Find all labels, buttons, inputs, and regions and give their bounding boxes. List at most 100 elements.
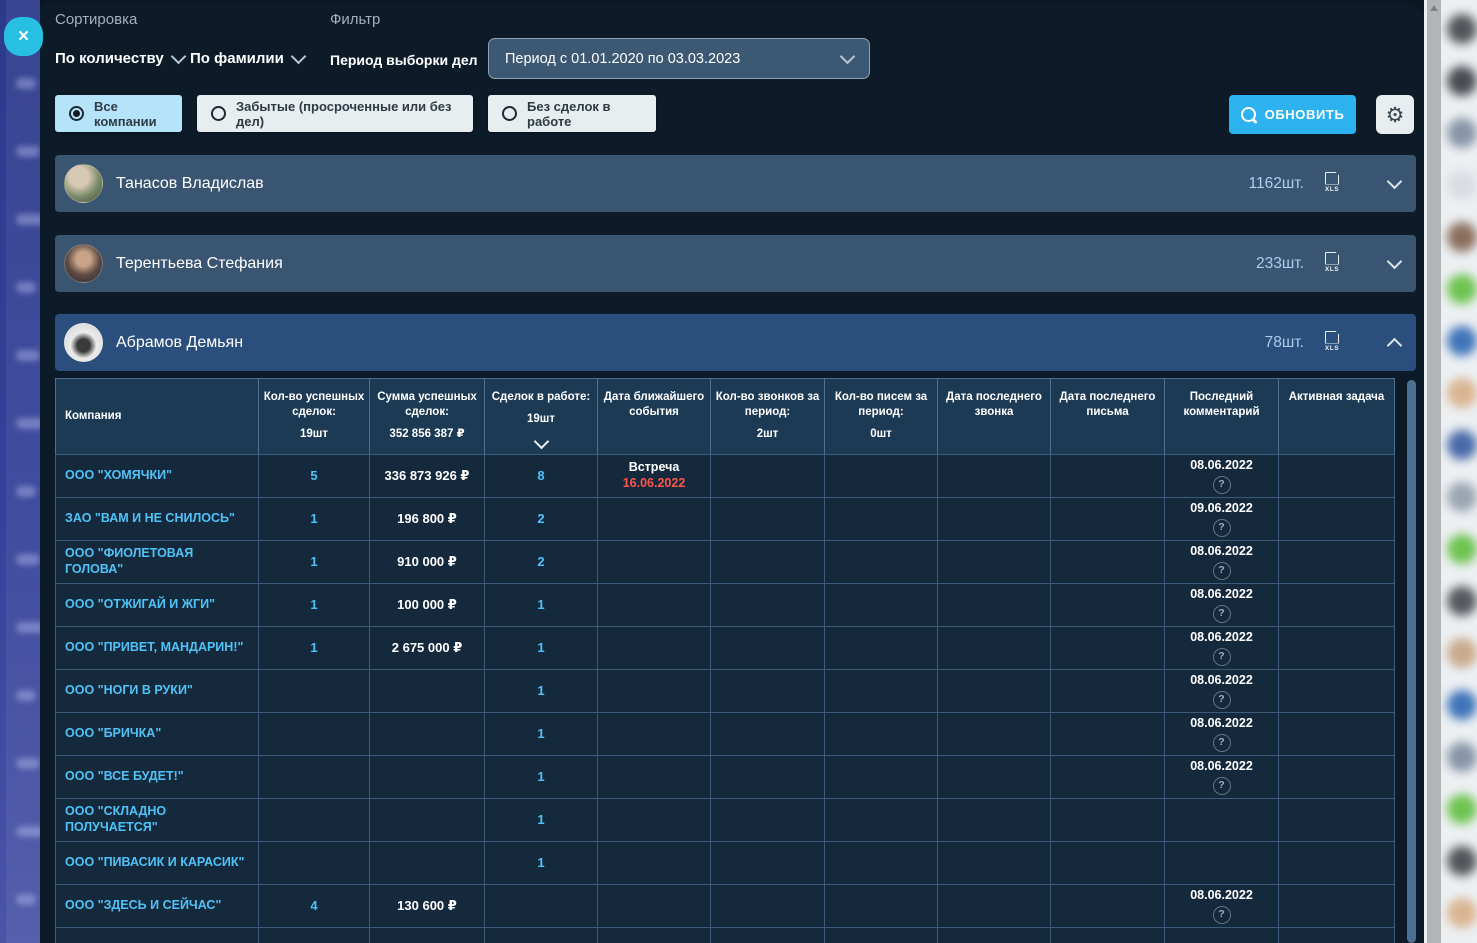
in-progress-cell: 1 xyxy=(484,755,598,799)
question-hint-icon[interactable]: ? xyxy=(1213,648,1231,666)
close-icon[interactable]: × xyxy=(4,17,43,56)
chevron-down-icon[interactable] xyxy=(1387,254,1403,270)
company-name-link[interactable]: ООО "ПИВАСИК И КАРАСИК" xyxy=(65,855,244,871)
xls-export-icon[interactable]: XLS xyxy=(1321,172,1343,196)
next-event-cell xyxy=(597,841,711,885)
company-name-link[interactable]: ООО "БРИЧКА" xyxy=(65,726,161,742)
company-name-link[interactable]: ООО "НОГИ В РУКИ" xyxy=(65,683,193,699)
company-name-cell: ООО "НОГИ В РУКИ" xyxy=(55,669,259,713)
table-row: ООО "ПИВАСИК И КАРАСИК"1 xyxy=(55,841,1407,885)
sidebar-blurred-item xyxy=(16,758,40,769)
in-progress-cell: 1 xyxy=(484,626,598,670)
manager-card[interactable]: Терентьева Стефания 233шт. XLS xyxy=(55,235,1416,292)
last-call-cell xyxy=(937,626,1051,670)
blurred-avatar xyxy=(1447,638,1477,668)
page-scrollbar[interactable] xyxy=(1427,0,1441,943)
filter-radio-button[interactable]: Без сделок в работе xyxy=(488,95,656,132)
last-call-cell xyxy=(937,497,1051,541)
manager-card[interactable]: Танасов Владислав1162шт.XLS xyxy=(55,155,1416,212)
question-hint-icon[interactable]: ? xyxy=(1213,691,1231,709)
blurred-avatar xyxy=(1447,794,1477,824)
column-header[interactable]: Последний комментарий xyxy=(1164,378,1279,455)
success-sum-cell xyxy=(369,841,485,885)
last-call-cell xyxy=(937,454,1051,498)
last-comment-date: 09.06.2022 xyxy=(1190,501,1253,517)
manager-name: Терентьева Стефания xyxy=(116,255,283,273)
question-hint-icon[interactable]: ? xyxy=(1213,777,1231,795)
last-call-cell xyxy=(937,540,1051,584)
in-progress-cell xyxy=(484,884,598,928)
blurred-avatar xyxy=(1447,170,1477,200)
company-name-link[interactable]: ООО "ЗДЕСЬ И СЕЙЧАС" xyxy=(65,898,221,914)
app-sidebar-column xyxy=(6,0,40,943)
company-name-cell xyxy=(55,927,259,943)
company-name-link[interactable]: ООО "ФИОЛЕТОВАЯ ГОЛОВА" xyxy=(65,546,252,577)
in-progress-cell: 1 xyxy=(484,798,598,842)
last-comment-date: 08.06.2022 xyxy=(1190,544,1253,560)
column-header[interactable]: Кол-во писем за период:0шт xyxy=(824,378,938,455)
question-hint-icon[interactable]: ? xyxy=(1213,519,1231,537)
company-name-link[interactable]: ООО "СКЛАДНО ПОЛУЧАЕТСЯ" xyxy=(65,804,252,835)
column-header-title: Активная задача xyxy=(1289,390,1385,405)
column-header[interactable]: Дата ближайшего события xyxy=(597,378,711,455)
filter-radio-label: Все компании xyxy=(94,99,168,129)
question-hint-icon[interactable]: ? xyxy=(1213,605,1231,623)
filter-radio-button[interactable]: Забытые (просроченные или без дел) xyxy=(197,95,473,132)
sort-by-name-dropdown[interactable]: По фамилии xyxy=(190,50,304,67)
table-scrollbar[interactable] xyxy=(1407,380,1416,943)
refresh-button[interactable]: ОБНОВИТЬ xyxy=(1229,95,1356,134)
chevron-down-icon[interactable] xyxy=(1387,174,1403,190)
xls-export-icon[interactable]: XLS xyxy=(1321,331,1343,355)
question-hint-icon[interactable]: ? xyxy=(1213,734,1231,752)
company-name-cell: ООО "ОТЖИГАЙ И ЖГИ" xyxy=(55,583,259,627)
company-name-link[interactable]: ООО "ВСЕ БУДЕТ!" xyxy=(65,769,184,785)
last-call-cell xyxy=(937,669,1051,713)
company-name-cell: ООО "ФИОЛЕТОВАЯ ГОЛОВА" xyxy=(55,540,259,584)
last-comment-date: 08.06.2022 xyxy=(1190,630,1253,646)
sort-by-count-dropdown[interactable]: По количеству xyxy=(55,50,184,67)
sidebar-blurred-item xyxy=(16,690,36,701)
page-scrollbar-thumb[interactable] xyxy=(1427,0,1441,943)
column-header[interactable]: Активная задача xyxy=(1278,378,1395,455)
question-hint-icon[interactable]: ? xyxy=(1213,476,1231,494)
sidebar-blurred-item xyxy=(16,350,40,361)
question-hint-icon[interactable]: ? xyxy=(1213,906,1231,924)
column-header[interactable]: Дата последнего письма xyxy=(1050,378,1165,455)
sidebar-blurred-item xyxy=(16,146,40,157)
success-sum-cell xyxy=(369,669,485,713)
column-header[interactable]: Компания xyxy=(55,378,259,455)
filter-radio-button[interactable]: Все компании xyxy=(55,95,182,132)
in-progress-cell xyxy=(484,927,598,943)
settings-button[interactable]: ⚙ xyxy=(1376,95,1414,134)
company-name-link[interactable]: ЗАО "ВАМ И НЕ СНИЛОСЬ" xyxy=(65,511,235,527)
column-header-total: 19шт xyxy=(527,412,555,427)
xls-text-glyph: XLS xyxy=(1325,186,1339,193)
calls-cell xyxy=(710,454,825,498)
last-comment-cell: 08.06.2022? xyxy=(1164,755,1279,799)
column-header[interactable]: Дата последнего звонка xyxy=(937,378,1051,455)
company-name-link[interactable]: ООО "ОТЖИГАЙ И ЖГИ" xyxy=(65,597,215,613)
manager-deal-count: 233шт. xyxy=(1256,255,1304,273)
manager-card[interactable]: Абрамов Демьян78шт.XLS xyxy=(55,314,1416,371)
next-event-cell xyxy=(597,583,711,627)
gear-icon: ⚙ xyxy=(1386,103,1405,127)
column-header[interactable]: Кол-во звонков за период:2шт xyxy=(710,378,825,455)
company-name-cell: ООО "ХОМЯЧКИ" xyxy=(55,454,259,498)
period-select[interactable]: Период с 01.01.2020 по 03.03.2023 xyxy=(488,38,870,79)
next-event-cell xyxy=(597,712,711,756)
company-name-link[interactable]: ООО "ПРИВЕТ, МАНДАРИН!" xyxy=(65,640,243,656)
sort-chevron-icon[interactable] xyxy=(533,434,549,450)
active-task-cell xyxy=(1278,712,1395,756)
column-header[interactable]: Сумма успешных сделок:352 856 387 ₽ xyxy=(369,378,485,455)
xls-export-icon[interactable]: XLS xyxy=(1321,252,1343,276)
letters-cell xyxy=(824,884,938,928)
column-header[interactable]: Сделок в работе:19шт xyxy=(484,378,598,455)
question-hint-icon[interactable]: ? xyxy=(1213,562,1231,580)
last-call-cell xyxy=(937,712,1051,756)
company-name-cell: ООО "ВСЕ БУДЕТ!" xyxy=(55,755,259,799)
event-title: Встреча xyxy=(629,460,680,476)
company-name-link[interactable]: ООО "ХОМЯЧКИ" xyxy=(65,468,172,484)
chevron-up-icon[interactable] xyxy=(1387,337,1403,353)
success-count-cell xyxy=(258,927,370,943)
column-header[interactable]: Кол-во успешных сделок:19шт xyxy=(258,378,370,455)
